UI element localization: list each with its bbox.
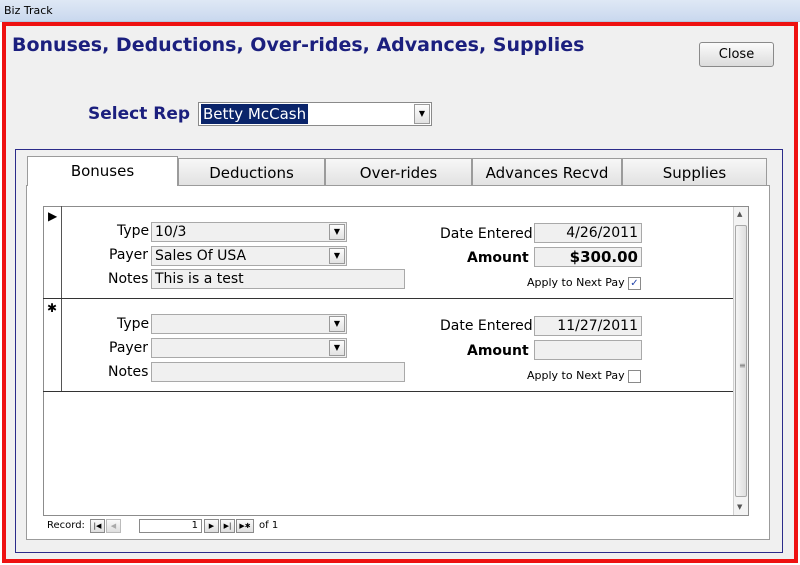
notes-label: Notes (108, 364, 149, 380)
record-1-date-entered-value: 4/26/2011 (566, 225, 638, 241)
close-button[interactable]: Close (699, 42, 774, 67)
current-record-indicator-icon[interactable]: ▶ (48, 210, 57, 222)
type-label: Type (117, 316, 150, 332)
tab-over-rides[interactable]: Over-rides (325, 158, 472, 186)
record-2-payer-combo[interactable]: ▼ (151, 338, 347, 358)
apply-next-pay-label: Apply to Next Pay (527, 369, 625, 382)
records-vertical-scrollbar[interactable]: ▲ ≡ ▼ (733, 207, 748, 515)
rep-dropdown-icon[interactable]: ▼ (414, 104, 430, 124)
date-entered-label: Date Entered (440, 226, 533, 242)
payer-label: Payer (109, 340, 149, 356)
first-record-icon: |◀ (93, 522, 102, 530)
scroll-down-icon[interactable]: ▼ (737, 503, 742, 511)
tab-over-rides-label: Over-rides (359, 164, 438, 182)
scroll-up-icon[interactable]: ▲ (737, 210, 742, 218)
record-label: Record: (47, 520, 85, 531)
window-title: Biz Track (4, 4, 53, 17)
payer-label: Payer (109, 247, 149, 263)
type-dropdown-icon[interactable]: ▼ (329, 316, 345, 332)
date-entered-label: Date Entered (440, 318, 533, 334)
current-record-value: 1 (191, 520, 198, 531)
record-2-type-combo[interactable]: ▼ (151, 314, 347, 334)
record-count-label: of 1 (259, 520, 279, 531)
previous-record-icon: ◀ (110, 522, 117, 530)
tab-advances-recvd-label: Advances Recvd (485, 164, 609, 182)
record-2-notes-field[interactable] (151, 362, 405, 382)
record-2-date-entered-field[interactable]: 11/27/2011 (534, 316, 642, 336)
amount-label: Amount (467, 250, 529, 266)
record-divider (43, 391, 733, 392)
form-title: Bonuses, Deductions, Over-rides, Advance… (12, 34, 585, 56)
tab-bonuses[interactable]: Bonuses (27, 156, 178, 186)
record-1-apply-next-pay-checkbox[interactable]: ✓ (628, 277, 641, 290)
tab-advances-recvd[interactable]: Advances Recvd (472, 158, 622, 186)
amount-label: Amount (467, 343, 529, 359)
grip-icon: ≡ (739, 361, 746, 370)
record-1-notes-value: This is a test (155, 271, 244, 287)
record-1-notes-field[interactable]: This is a test (151, 269, 405, 289)
new-record-indicator-icon[interactable]: ✱ (47, 302, 57, 314)
payer-dropdown-icon[interactable]: ▼ (329, 340, 345, 356)
record-2-amount-field[interactable] (534, 340, 642, 360)
record-1-amount-field[interactable]: $300.00 (534, 247, 642, 267)
selected-rep-value: Betty McCash (201, 104, 309, 124)
record-navigation-bar: Record: |◀ ◀ 1 ▶ ▶| ▶✱ of 1 (43, 516, 749, 536)
next-record-icon: ▶ (208, 522, 215, 530)
new-record-icon: ▶✱ (239, 522, 251, 530)
notes-label: Notes (108, 271, 149, 287)
tab-supplies-label: Supplies (662, 164, 727, 182)
record-1-amount-value: $300.00 (569, 248, 638, 266)
checkmark-icon: ✓ (630, 278, 639, 289)
new-record-button[interactable]: ▶✱ (236, 519, 254, 533)
select-rep-combobox[interactable]: Betty McCash ▼ (198, 102, 432, 126)
payer-dropdown-icon[interactable]: ▼ (329, 248, 345, 264)
tab-supplies[interactable]: Supplies (622, 158, 767, 186)
record-2-apply-next-pay-checkbox[interactable] (628, 370, 641, 383)
record-1-type-value: 10/3 (155, 224, 187, 240)
bonus-records-list (43, 206, 749, 516)
scrollbar-thumb[interactable]: ≡ (735, 225, 747, 497)
record-selector-column (43, 206, 62, 392)
window-titlebar: Biz Track (0, 0, 800, 22)
type-label: Type (117, 223, 150, 239)
tab-deductions-label: Deductions (209, 164, 294, 182)
current-record-input[interactable]: 1 (139, 519, 202, 533)
record-2-date-entered-value: 11/27/2011 (557, 318, 638, 334)
type-dropdown-icon[interactable]: ▼ (329, 224, 345, 240)
tab-bonuses-label: Bonuses (70, 162, 135, 180)
record-1-date-entered-field[interactable]: 4/26/2011 (534, 223, 642, 243)
last-record-button[interactable]: ▶| (220, 519, 235, 533)
record-divider (43, 298, 733, 299)
record-1-payer-value: Sales Of USA (155, 248, 247, 264)
tab-deductions[interactable]: Deductions (178, 158, 325, 186)
select-rep-label: Select Rep (88, 104, 191, 124)
record-1-payer-combo[interactable]: Sales Of USA ▼ (151, 246, 347, 266)
apply-next-pay-label: Apply to Next Pay (527, 276, 625, 289)
record-1-type-combo[interactable]: 10/3 ▼ (151, 222, 347, 242)
next-record-button[interactable]: ▶ (204, 519, 219, 533)
last-record-icon: ▶| (223, 522, 232, 530)
previous-record-button[interactable]: ◀ (106, 519, 121, 533)
first-record-button[interactable]: |◀ (90, 519, 105, 533)
